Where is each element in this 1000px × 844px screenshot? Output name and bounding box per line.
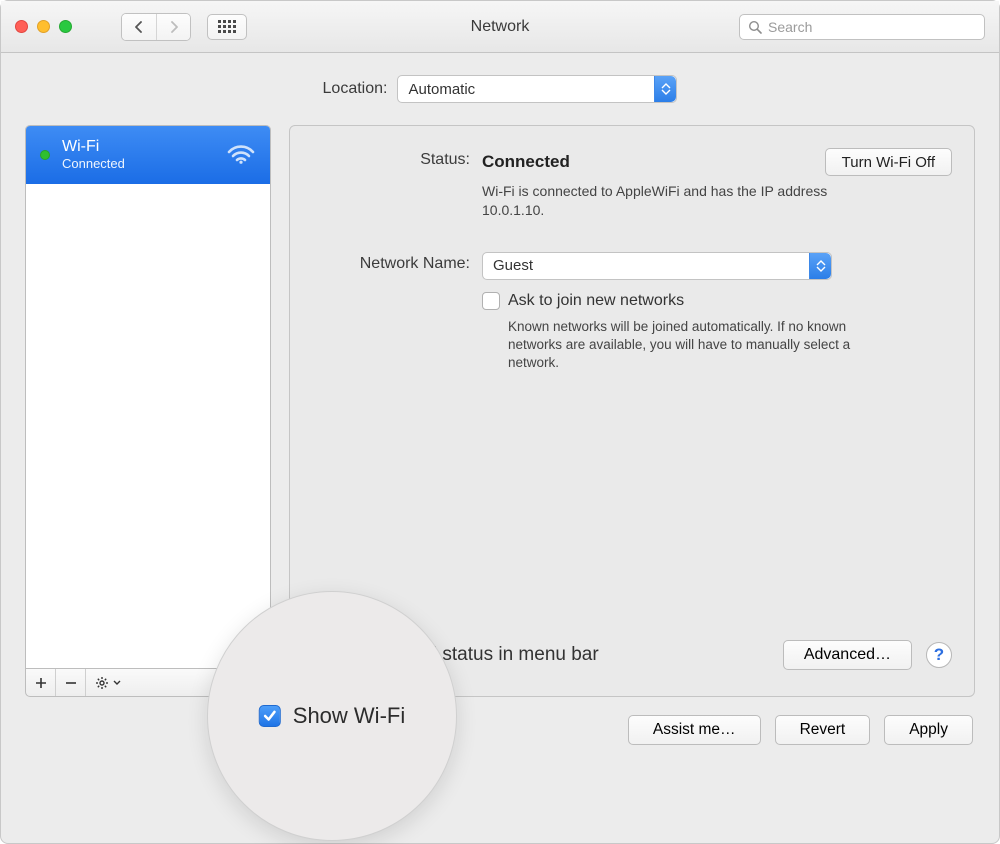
service-actions-button[interactable] <box>86 669 130 696</box>
select-stepper-icon <box>809 253 831 279</box>
turn-wifi-off-button[interactable]: Turn Wi-Fi Off <box>825 148 952 176</box>
network-name-select[interactable]: Guest <box>482 252 832 280</box>
minus-icon <box>65 677 77 689</box>
titlebar: Network <box>1 1 999 53</box>
add-service-button[interactable] <box>26 669 56 696</box>
chevron-right-icon <box>169 21 179 33</box>
service-text: Wi-Fi Connected <box>62 138 125 171</box>
revert-button[interactable]: Revert <box>775 715 871 745</box>
sidebar: Wi-Fi Connected <box>25 125 271 697</box>
location-row: Location: Automatic <box>25 75 975 103</box>
search-input[interactable] <box>768 19 976 35</box>
assist-me-button[interactable]: Assist me… <box>628 715 761 745</box>
gear-icon <box>95 675 111 691</box>
content: Location: Automatic Wi-Fi Connected <box>1 53 999 763</box>
nav-buttons <box>121 13 191 41</box>
footer-buttons: Assist me… Revert Apply <box>25 715 975 745</box>
remove-service-button[interactable] <box>56 669 86 696</box>
service-name: Wi-Fi <box>62 138 125 156</box>
zoom-button[interactable] <box>59 20 72 33</box>
search-icon <box>748 20 762 34</box>
location-select[interactable]: Automatic <box>397 75 677 103</box>
ask-join-label: Ask to join new networks <box>508 292 684 310</box>
window-controls <box>15 20 72 33</box>
apply-button[interactable]: Apply <box>884 715 973 745</box>
location-label: Location: <box>323 80 388 98</box>
window-title: Network <box>471 18 530 36</box>
service-status: Connected <box>62 157 125 172</box>
advanced-button[interactable]: Advanced… <box>783 640 912 670</box>
status-dot-icon <box>40 150 50 160</box>
plus-icon <box>35 677 47 689</box>
ask-join-checkbox[interactable]: Ask to join new networks <box>482 292 952 310</box>
chevron-left-icon <box>134 21 144 33</box>
back-button[interactable] <box>122 14 156 40</box>
chevron-down-icon <box>113 680 121 686</box>
detail-panel: Status: Connected Turn Wi-Fi Off Wi-Fi i… <box>289 125 975 697</box>
status-label: Status: <box>312 148 482 169</box>
status-description: Wi-Fi is connected to AppleWiFi and has … <box>482 182 842 220</box>
sidebar-tools <box>25 669 271 697</box>
grid-icon <box>218 20 236 33</box>
ask-join-description: Known networks will be joined automatica… <box>508 318 868 373</box>
close-button[interactable] <box>15 20 28 33</box>
minimize-button[interactable] <box>37 20 50 33</box>
select-stepper-icon <box>654 76 676 102</box>
help-button[interactable]: ? <box>926 642 952 668</box>
show-wifi-menubar-label: Show Wi-Fi status in menu bar <box>340 644 599 666</box>
wifi-icon <box>226 142 256 169</box>
network-name-value: Guest <box>493 257 533 274</box>
checkbox-checked-icon <box>312 646 330 664</box>
status-value: Connected <box>482 152 570 172</box>
service-list[interactable]: Wi-Fi Connected <box>25 125 271 669</box>
prefs-window: Network Location: Automatic <box>0 0 1000 844</box>
columns: Wi-Fi Connected <box>25 125 975 697</box>
service-item-wifi[interactable]: Wi-Fi Connected <box>26 126 270 184</box>
show-all-button[interactable] <box>207 14 247 40</box>
forward-button[interactable] <box>156 14 190 40</box>
search-field-wrap[interactable] <box>739 14 985 40</box>
location-value: Automatic <box>408 81 475 98</box>
checkbox-unchecked-icon <box>482 292 500 310</box>
network-name-label: Network Name: <box>312 252 482 373</box>
show-wifi-menubar-checkbox[interactable]: Show Wi-Fi status in menu bar <box>312 644 599 666</box>
